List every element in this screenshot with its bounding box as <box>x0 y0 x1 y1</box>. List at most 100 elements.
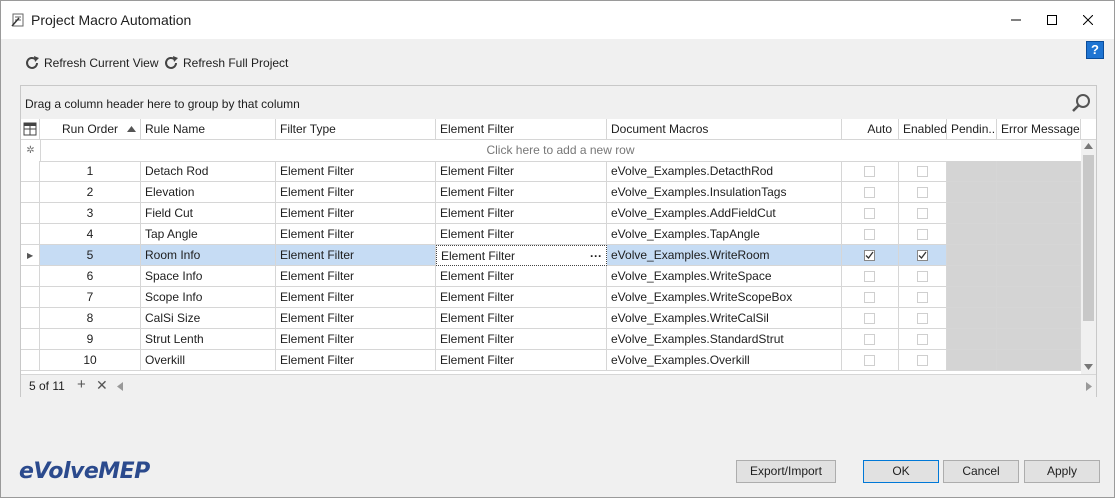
auto-cell[interactable] <box>842 266 899 287</box>
element-filter-cell[interactable]: Element Filter <box>436 203 607 224</box>
document-macros-cell[interactable]: eVolve_Examples.WriteRoom <box>607 245 842 266</box>
auto-checkbox[interactable] <box>864 166 875 177</box>
element-filter-cell[interactable]: Element Filter <box>436 161 607 182</box>
enabled-cell[interactable] <box>899 245 947 266</box>
run-order-cell[interactable]: 5 <box>40 245 141 266</box>
auto-cell[interactable] <box>842 287 899 308</box>
enabled-cell[interactable] <box>899 287 947 308</box>
run-order-cell[interactable]: 7 <box>40 287 141 308</box>
horizontal-scrollbar[interactable] <box>115 378 1095 394</box>
add-record-icon[interactable]: + <box>77 376 86 393</box>
element-filter-cell[interactable]: Element Filter <box>436 329 607 350</box>
auto-checkbox[interactable] <box>864 271 875 282</box>
auto-checkbox[interactable] <box>864 292 875 303</box>
enabled-cell[interactable] <box>899 224 947 245</box>
enabled-checkbox[interactable] <box>917 166 928 177</box>
enabled-cell[interactable] <box>899 308 947 329</box>
filter-type-cell[interactable]: Element Filter <box>276 329 436 350</box>
element-filter-cell[interactable]: Element Filter <box>436 287 607 308</box>
column-header-run-order[interactable]: Run Order <box>40 119 141 139</box>
refresh-current-view-button[interactable]: Refresh Current View <box>24 53 159 73</box>
delete-record-icon[interactable]: ✕ <box>96 377 108 394</box>
rule-name-cell[interactable]: Tap Angle <box>141 224 276 245</box>
auto-cell[interactable] <box>842 161 899 182</box>
element-filter-cell[interactable]: Element Filter <box>436 224 607 245</box>
vertical-scroll-thumb[interactable] <box>1083 155 1094 321</box>
filter-type-cell[interactable]: Element Filter <box>276 287 436 308</box>
rule-name-cell[interactable]: Strut Lenth <box>141 329 276 350</box>
enabled-checkbox[interactable] <box>917 229 928 240</box>
column-header-rule-name[interactable]: Rule Name <box>141 119 276 139</box>
new-row[interactable]: ✲ Click here to add a new row <box>21 140 1081 162</box>
column-header-document-macros[interactable]: Document Macros <box>607 119 842 139</box>
document-macros-cell[interactable]: eVolve_Examples.WriteScopeBox <box>607 287 842 308</box>
vertical-scrollbar[interactable] <box>1081 140 1096 374</box>
enabled-checkbox[interactable] <box>917 355 928 366</box>
scroll-down-icon[interactable] <box>1084 364 1093 370</box>
element-filter-cell[interactable]: Element Filter <box>436 308 607 329</box>
table-row[interactable]: 2 Elevation Element Filter Element Filter eV… <box>21 182 1081 203</box>
document-macros-cell[interactable]: eVolve_Examples.TapAngle <box>607 224 842 245</box>
document-macros-cell[interactable]: eVolve_Examples.InsulationTags <box>607 182 842 203</box>
document-macros-cell[interactable]: eVolve_Examples.WriteCalSil <box>607 308 842 329</box>
document-macros-cell[interactable]: eVolve_Examples.DetacthRod <box>607 161 842 182</box>
filter-type-cell[interactable]: Element Filter <box>276 266 436 287</box>
element-filter-cell[interactable]: Element Filter <box>436 350 607 371</box>
column-header-enabled[interactable]: Enabled <box>899 119 947 139</box>
search-icon[interactable] <box>1071 93 1091 113</box>
run-order-cell[interactable]: 6 <box>40 266 141 287</box>
enabled-cell[interactable] <box>899 182 947 203</box>
element-filter-cell[interactable]: Element Filter <box>436 182 607 203</box>
enabled-checkbox[interactable] <box>917 292 928 303</box>
enabled-checkbox[interactable] <box>917 187 928 198</box>
rule-name-cell[interactable]: Room Info <box>141 245 276 266</box>
scroll-left-icon[interactable] <box>117 382 123 391</box>
filter-type-cell[interactable]: Element Filter <box>276 308 436 329</box>
column-header-auto[interactable]: Auto <box>842 119 899 139</box>
group-panel[interactable]: Drag a column header here to group by th… <box>21 86 1096 120</box>
table-row[interactable]: ▶ 5 Room Info Element Filter Element Filter ·… <box>21 245 1081 266</box>
enabled-cell[interactable] <box>899 266 947 287</box>
filter-type-cell[interactable]: Element Filter <box>276 161 436 182</box>
auto-checkbox[interactable] <box>864 313 875 324</box>
enabled-cell[interactable] <box>899 329 947 350</box>
rule-name-cell[interactable]: CalSi Size <box>141 308 276 329</box>
run-order-cell[interactable]: 2 <box>40 182 141 203</box>
column-chooser-button[interactable] <box>21 119 40 139</box>
table-row[interactable]: 3 Field Cut Element Filter Element Filter eV… <box>21 203 1081 224</box>
run-order-cell[interactable]: 3 <box>40 203 141 224</box>
help-button[interactable]: ? <box>1086 41 1104 59</box>
run-order-cell[interactable]: 8 <box>40 308 141 329</box>
scroll-right-icon[interactable] <box>1086 382 1092 391</box>
filter-type-cell[interactable]: Element Filter <box>276 224 436 245</box>
column-header-element-filter[interactable]: Element Filter <box>436 119 607 139</box>
auto-checkbox[interactable] <box>864 208 875 219</box>
rule-name-cell[interactable]: Elevation <box>141 182 276 203</box>
element-filter-cell[interactable]: Element Filter ··· <box>436 245 607 266</box>
auto-checkbox[interactable] <box>864 187 875 198</box>
auto-checkbox[interactable] <box>864 334 875 345</box>
apply-button[interactable]: Apply <box>1024 460 1100 483</box>
table-row[interactable]: 8 CalSi Size Element Filter Element Filter e… <box>21 308 1081 329</box>
rule-name-cell[interactable]: Scope Info <box>141 287 276 308</box>
document-macros-cell[interactable]: eVolve_Examples.AddFieldCut <box>607 203 842 224</box>
export-import-button[interactable]: Export/Import <box>736 460 836 483</box>
enabled-checkbox[interactable] <box>917 271 928 282</box>
auto-checkbox[interactable] <box>864 355 875 366</box>
table-row[interactable]: 10 Overkill Element Filter Element Filter eV… <box>21 350 1081 371</box>
enabled-cell[interactable] <box>899 161 947 182</box>
column-header-error-message[interactable]: Error Message <box>997 119 1081 139</box>
auto-cell[interactable] <box>842 329 899 350</box>
filter-type-cell[interactable]: Element Filter <box>276 203 436 224</box>
run-order-cell[interactable]: 4 <box>40 224 141 245</box>
enabled-checkbox[interactable] <box>917 313 928 324</box>
auto-cell[interactable] <box>842 308 899 329</box>
document-macros-cell[interactable]: eVolve_Examples.StandardStrut <box>607 329 842 350</box>
auto-cell[interactable] <box>842 224 899 245</box>
enabled-cell[interactable] <box>899 350 947 371</box>
element-filter-cell[interactable]: Element Filter <box>436 266 607 287</box>
table-row[interactable]: 1 Detach Rod Element Filter Element Filter e… <box>21 161 1081 182</box>
ok-button[interactable]: OK <box>863 460 939 483</box>
column-header-filter-type[interactable]: Filter Type <box>276 119 436 139</box>
filter-type-cell[interactable]: Element Filter <box>276 182 436 203</box>
